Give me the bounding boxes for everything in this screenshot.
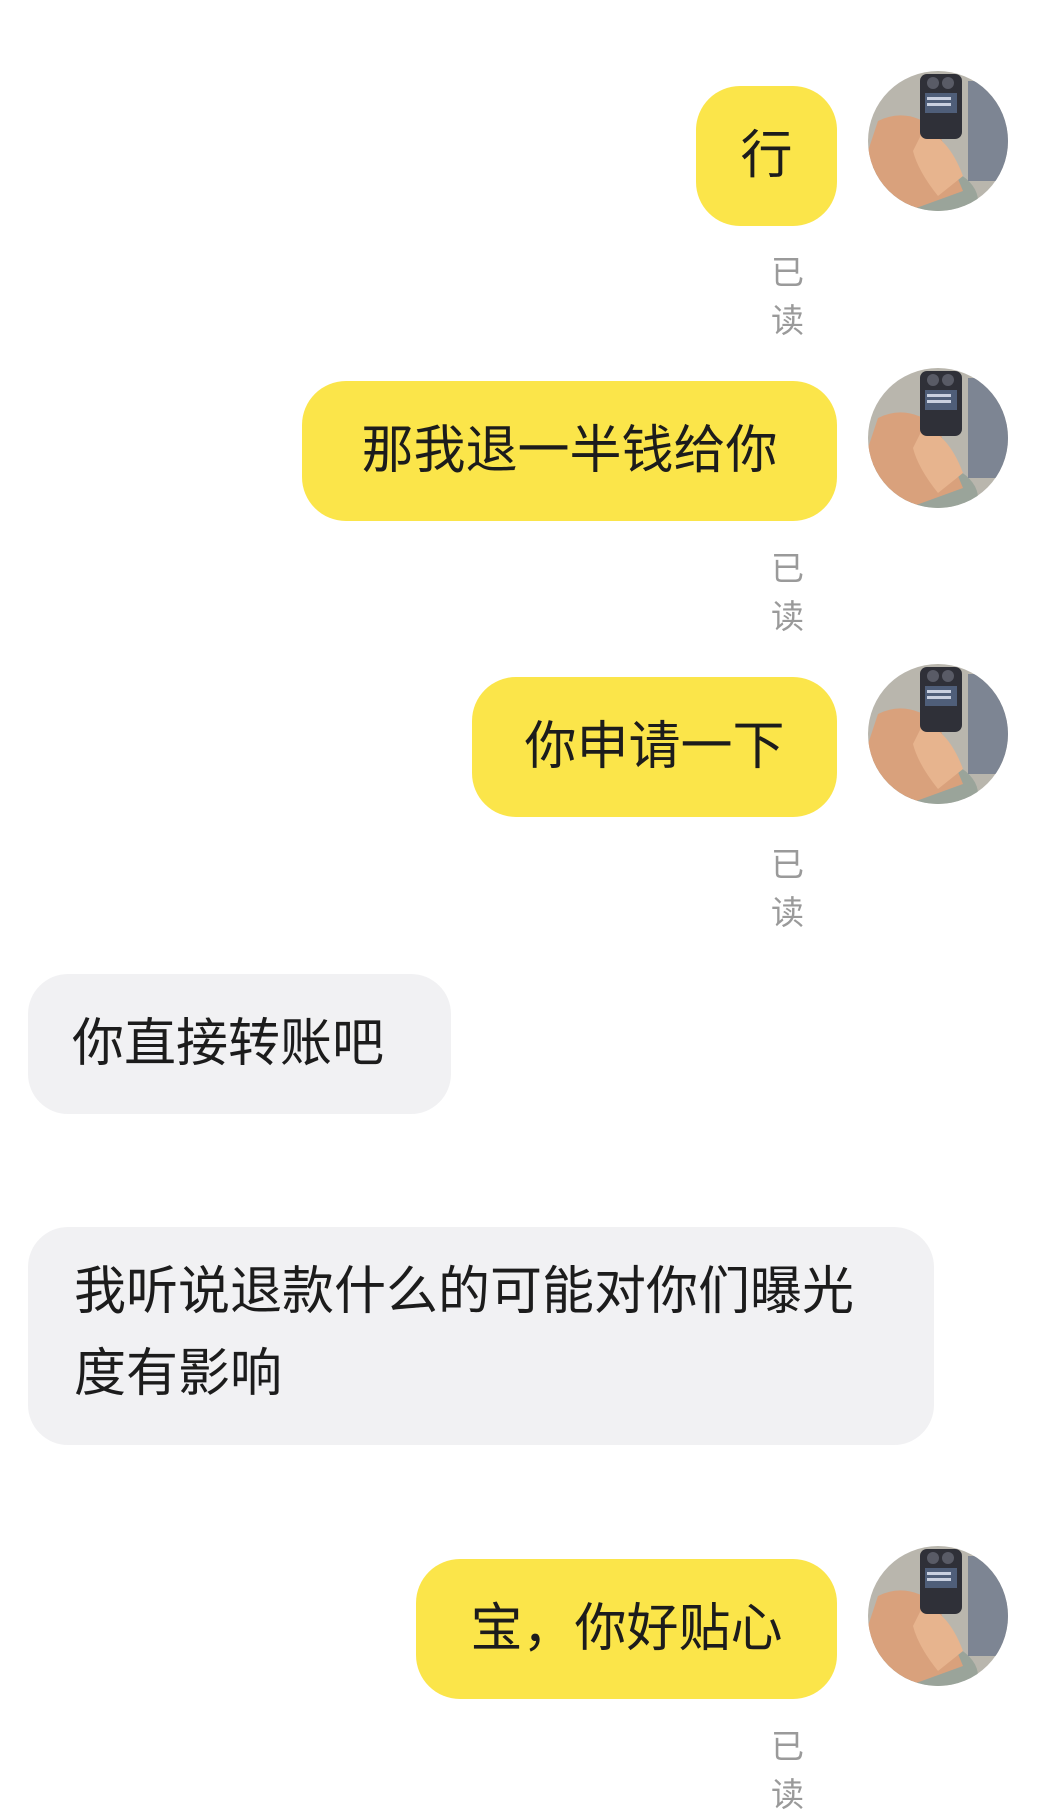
user-avatar-photo-icon[interactable] (868, 71, 1008, 211)
read-status: 已读 (771, 1727, 806, 1814)
user-avatar-photo-icon[interactable] (868, 664, 1008, 804)
message-bubble-outgoing[interactable]: 宝，你好贴心 (416, 1559, 837, 1699)
message-text: 宝，你好贴心 (470, 1599, 783, 1659)
read-status: 已读 (771, 845, 806, 932)
user-avatar-photo-icon[interactable] (868, 1546, 1008, 1686)
message-text: 你直接转账吧 (72, 1014, 385, 1074)
message-text: 你申请一下 (524, 717, 785, 777)
message-bubble-outgoing[interactable]: 那我退一半钱给你 (302, 381, 837, 521)
chat-message-list: 行 已读 那我退一半钱给你 已读 你申请一下 已读 你直接转账吧 我听说退款什么… (0, 0, 1060, 1814)
message-bubble-outgoing[interactable]: 你申请一下 (472, 677, 837, 817)
message-bubble-incoming[interactable]: 我听说退款什么的可能对你们曝光度有影响 (28, 1227, 934, 1445)
message-text: 那我退一半钱给你 (361, 421, 778, 481)
message-bubble-outgoing[interactable]: 行 (696, 86, 837, 226)
read-status: 已读 (771, 253, 806, 340)
message-text: 行 (740, 126, 793, 186)
message-text: 我听说退款什么的可能对你们曝光度有影响 (74, 1262, 855, 1404)
message-bubble-incoming[interactable]: 你直接转账吧 (28, 974, 451, 1114)
user-avatar-photo-icon[interactable] (868, 368, 1008, 508)
read-status: 已读 (771, 549, 806, 636)
